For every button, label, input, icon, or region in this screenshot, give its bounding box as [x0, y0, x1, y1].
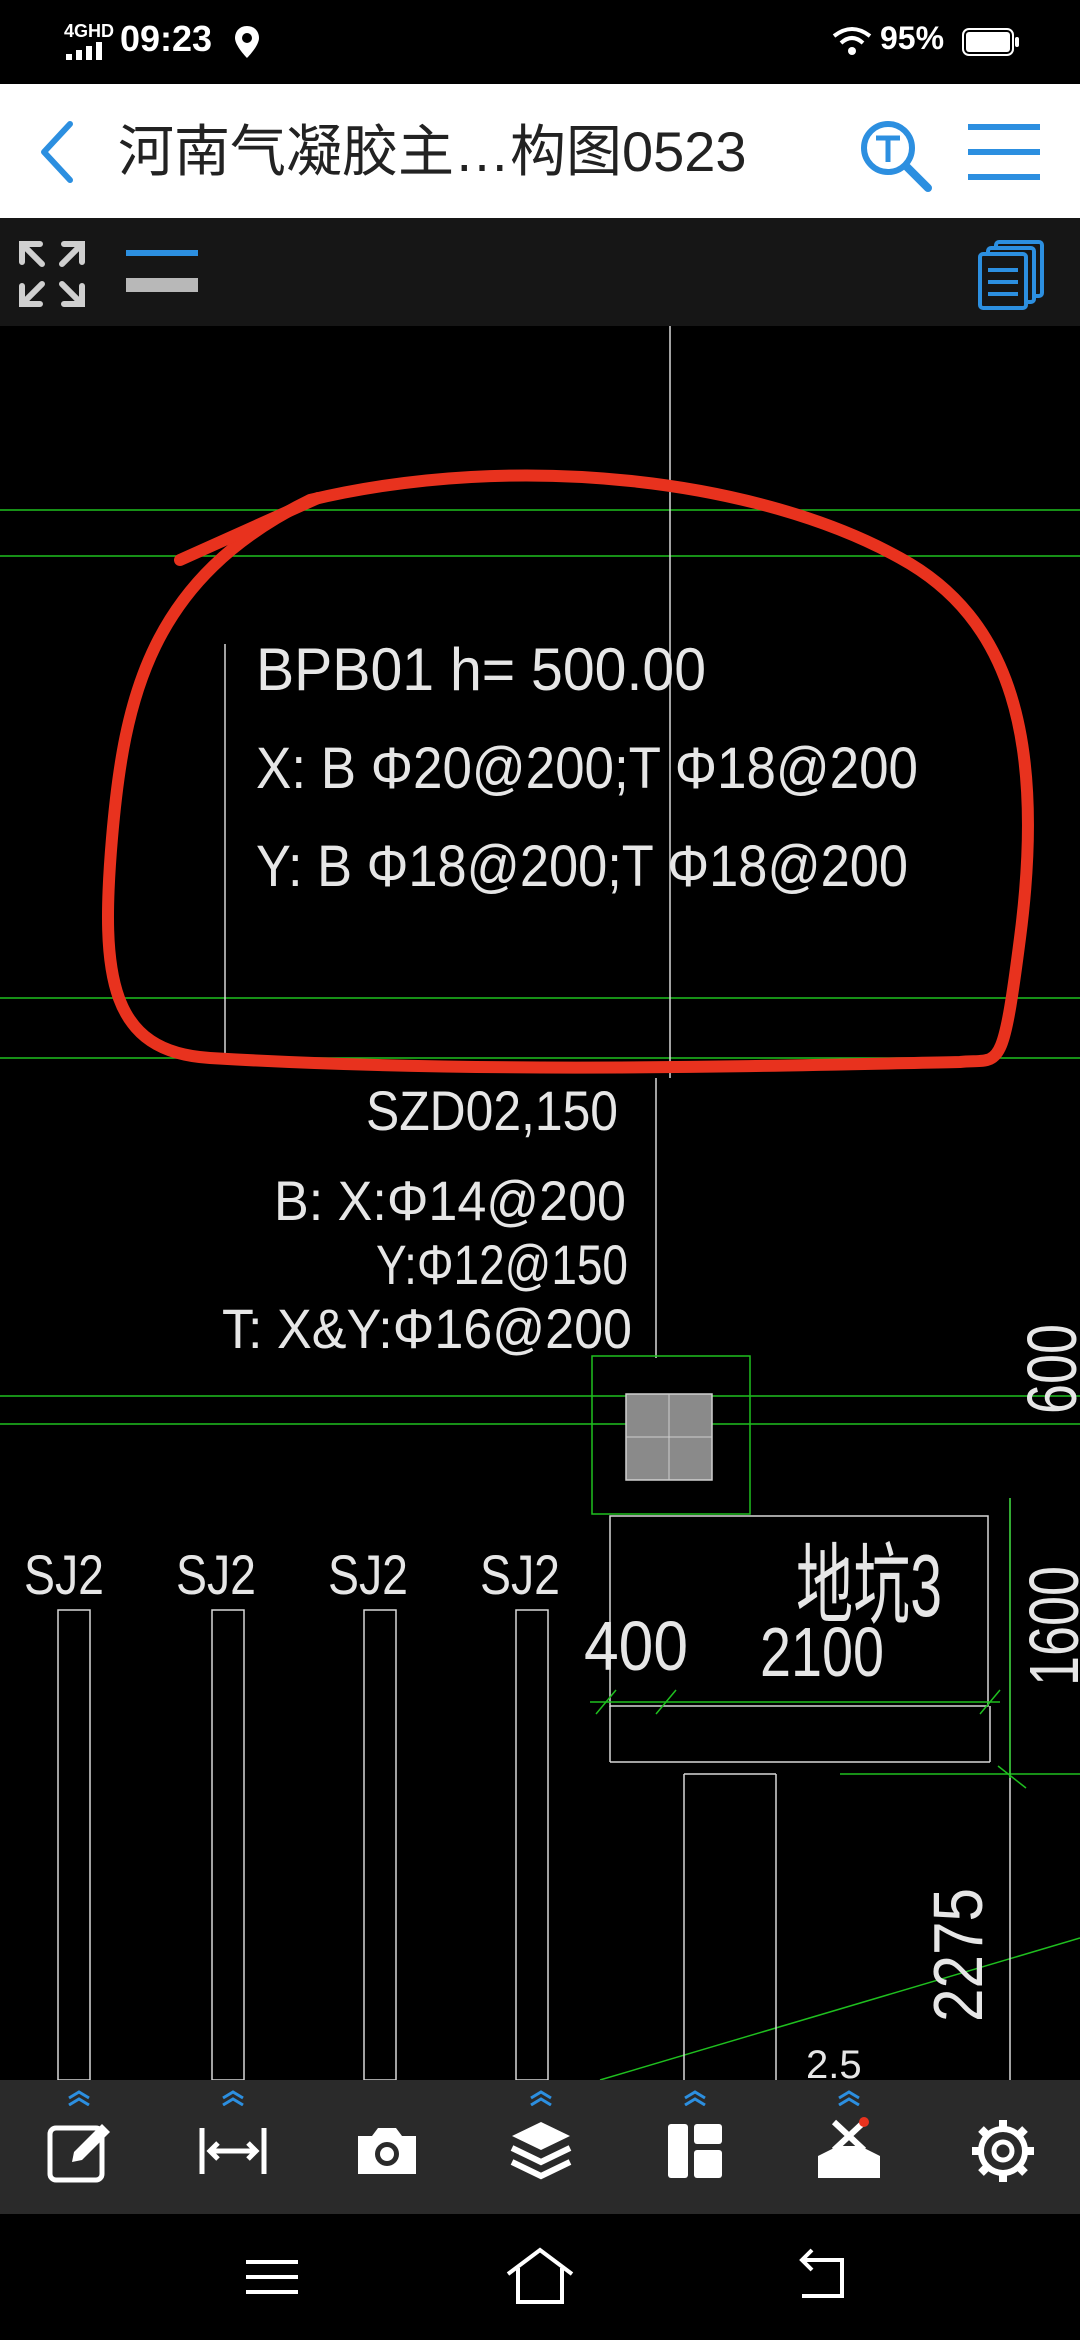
measure-icon: [199, 2128, 267, 2174]
status-bar: 4GHD 09:23 95%: [0, 0, 1080, 84]
dim-400: 400: [584, 1607, 688, 1685]
szd-top: T: X&Y:Φ16@200: [222, 1297, 632, 1360]
fullscreen-icon[interactable]: [16, 238, 88, 310]
cad-drawing: BPB01 h= 500.00 X: B Φ20@200;T Φ18@200 Y…: [0, 218, 1080, 2080]
dim-600: 600: [1013, 1324, 1080, 1414]
measure-button[interactable]: [178, 2080, 288, 2214]
szd-bottom-y: Y:Φ12@150: [376, 1233, 628, 1296]
tools-button[interactable]: [794, 2080, 904, 2214]
chevron-up-icon: [684, 2090, 706, 2106]
tools-icon: [818, 2117, 880, 2178]
bpb-x-rebar: X: B Φ20@200;T Φ18@200: [256, 736, 918, 801]
layers-icon: [510, 2122, 572, 2180]
chevron-up-icon: [530, 2090, 552, 2106]
bottom-toolbar: [0, 2080, 1080, 2214]
layout-icon: [668, 2124, 722, 2178]
title-bar: 河南气凝胶主…构图0523: [0, 84, 1080, 218]
sj2-label: SJ2: [176, 1543, 256, 1606]
bpb-label: BPB01 h= 500.00: [256, 636, 706, 703]
line-weight-icon[interactable]: [124, 246, 200, 296]
text-search-icon[interactable]: [856, 116, 936, 196]
battery-icon: [962, 28, 1019, 56]
layout-button[interactable]: [640, 2080, 750, 2214]
back-icon[interactable]: [30, 118, 90, 186]
dim-1600: 1600: [1015, 1566, 1080, 1686]
layouts-icon[interactable]: [978, 238, 1048, 310]
partial-label: 2.5: [806, 2043, 862, 2080]
settings-icon: [972, 2120, 1034, 2182]
recent-apps-icon[interactable]: [232, 2242, 312, 2312]
chevron-up-icon: [838, 2090, 860, 2106]
edit-icon: [47, 2124, 110, 2183]
drawing-title: 河南气凝胶主…构图0523: [118, 120, 747, 183]
settings-button[interactable]: [948, 2080, 1058, 2214]
clock: 09:23: [120, 18, 213, 59]
cad-canvas[interactable]: BPB01 h= 500.00 X: B Φ20@200;T Φ18@200 Y…: [0, 218, 1080, 2080]
signal-icon: [66, 42, 102, 60]
pit-label: 地坑3: [796, 1536, 942, 1635]
dim-2275: 2275: [919, 1888, 997, 2022]
home-icon[interactable]: [500, 2242, 580, 2312]
drawing-toolbar: [0, 218, 1080, 326]
chevron-up-icon: [68, 2090, 90, 2106]
szd-title: SZD02,150: [366, 1079, 618, 1142]
menu-icon[interactable]: [966, 120, 1042, 184]
wifi-icon: [832, 27, 872, 55]
sj2-label: SJ2: [24, 1543, 104, 1606]
szd-bottom-x: B: X:Φ14@200: [274, 1169, 626, 1232]
camera-button[interactable]: [332, 2080, 442, 2214]
layers-button[interactable]: [486, 2080, 596, 2214]
network-type: 4GHD: [64, 21, 115, 41]
back-nav-icon[interactable]: [782, 2242, 862, 2312]
battery-percent: 95%: [880, 20, 945, 56]
sj2-members: [57, 1609, 549, 2080]
camera-icon: [358, 2128, 416, 2174]
system-nav-bar: [0, 2214, 1080, 2340]
location-icon: [235, 26, 259, 58]
bpb-y-rebar: Y: B Φ18@200;T Φ18@200: [256, 834, 908, 899]
sj2-label: SJ2: [328, 1543, 408, 1606]
sj2-label: SJ2: [480, 1543, 560, 1606]
chevron-up-icon: [222, 2090, 244, 2106]
edit-button[interactable]: [24, 2080, 134, 2214]
